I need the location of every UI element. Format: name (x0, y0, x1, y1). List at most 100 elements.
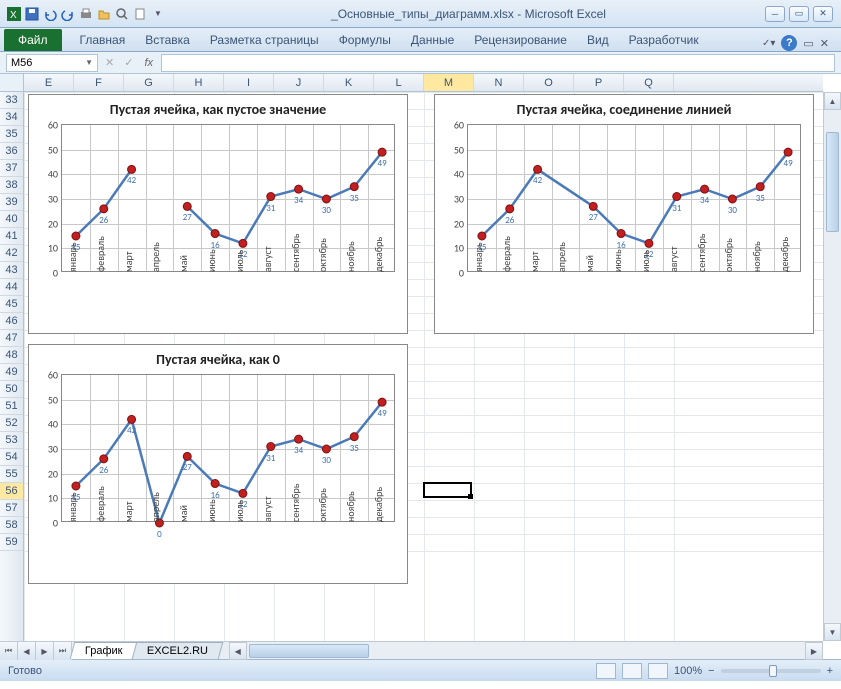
accept-fx-icon[interactable]: ✓ (121, 56, 136, 69)
name-box-dropdown-icon[interactable]: ▼ (85, 58, 93, 67)
y-tick-label: 10 (48, 242, 62, 255)
row-header[interactable]: 50 (0, 381, 23, 398)
row-header[interactable]: 47 (0, 330, 23, 347)
doc-close-icon[interactable]: ✕ (820, 37, 829, 50)
row-header[interactable]: 59 (0, 534, 23, 551)
formula-input[interactable] (161, 54, 835, 72)
row-header[interactable]: 43 (0, 262, 23, 279)
data-marker (100, 455, 108, 463)
row-header[interactable]: 41 (0, 228, 23, 245)
row-header[interactable]: 52 (0, 415, 23, 432)
column-header[interactable]: H (174, 74, 224, 91)
customize-ribbon-icon[interactable]: ✓▾ (762, 38, 775, 49)
ribbon-tab[interactable]: Вид (577, 29, 619, 51)
window-buttons: ─ ▭ ✕ (765, 6, 841, 22)
row-header[interactable]: 56 (0, 483, 23, 500)
zoom-level[interactable]: 100% (674, 665, 702, 677)
chart[interactable]: Пустая ячейка, как пустое значение010203… (28, 94, 408, 334)
new-icon[interactable] (132, 6, 148, 22)
open-icon[interactable] (96, 6, 112, 22)
zoom-slider[interactable] (721, 669, 821, 673)
page-layout-view-button[interactable] (622, 663, 642, 679)
zoom-in-icon[interactable]: + (827, 665, 833, 677)
chart[interactable]: Пустая ячейка, как 001020304050601526420… (28, 344, 408, 584)
file-tab[interactable]: Файл (4, 29, 62, 51)
column-header[interactable]: O (524, 74, 574, 91)
ribbon-tab[interactable]: Рецензирование (464, 29, 577, 51)
row-header[interactable]: 49 (0, 364, 23, 381)
select-all-corner[interactable] (0, 74, 24, 92)
row-header[interactable]: 58 (0, 517, 23, 534)
column-header[interactable]: P (574, 74, 624, 91)
sheet-nav-next-icon[interactable]: ▶ (36, 642, 54, 660)
ribbon-tab[interactable]: Формулы (329, 29, 401, 51)
scroll-right-icon[interactable]: ▶ (805, 642, 823, 660)
column-header[interactable]: I (224, 74, 274, 91)
row-header[interactable]: 57 (0, 500, 23, 517)
close-button[interactable]: ✕ (813, 6, 833, 22)
ribbon-tab[interactable]: Разметка страницы (200, 29, 329, 51)
zoom-out-icon[interactable]: − (708, 665, 714, 677)
qat-dropdown-icon[interactable]: ▼ (150, 6, 166, 22)
row-header[interactable]: 53 (0, 432, 23, 449)
row-header[interactable]: 35 (0, 126, 23, 143)
row-header[interactable]: 34 (0, 109, 23, 126)
column-header[interactable]: M (424, 74, 474, 91)
row-header[interactable]: 48 (0, 347, 23, 364)
column-header[interactable]: E (24, 74, 74, 91)
scroll-down-icon[interactable]: ▼ (824, 623, 841, 641)
sheet-tab-active[interactable]: График (70, 642, 138, 659)
row-header[interactable]: 42 (0, 245, 23, 262)
name-box[interactable]: M56 ▼ (6, 54, 98, 72)
sheet-nav-prev-icon[interactable]: ◀ (18, 642, 36, 660)
active-cell[interactable] (423, 482, 472, 498)
redo-icon[interactable] (60, 6, 76, 22)
row-header[interactable]: 46 (0, 313, 23, 330)
column-header[interactable]: G (124, 74, 174, 91)
row-header[interactable]: 39 (0, 194, 23, 211)
save-icon[interactable] (24, 6, 40, 22)
data-marker (506, 205, 514, 213)
column-header[interactable]: Q (624, 74, 674, 91)
ribbon-tab[interactable]: Данные (401, 29, 464, 51)
preview-icon[interactable] (114, 6, 130, 22)
vertical-scrollbar[interactable]: ▲ ▼ (823, 92, 841, 641)
minimize-button[interactable]: ─ (765, 6, 785, 22)
cancel-fx-icon[interactable]: ✕ (102, 56, 117, 69)
horizontal-scrollbar[interactable]: ◀ ▶ (229, 642, 823, 659)
scroll-up-icon[interactable]: ▲ (824, 92, 841, 110)
column-header[interactable]: K (324, 74, 374, 91)
ribbon-tab[interactable]: Главная (70, 29, 136, 51)
ribbon-minimize-icon[interactable]: ▭ (803, 37, 813, 50)
hscroll-thumb[interactable] (249, 644, 369, 658)
column-header[interactable]: F (74, 74, 124, 91)
chart[interactable]: Пустая ячейка, соединение линией01020304… (434, 94, 814, 334)
ribbon-tab[interactable]: Разработчик (619, 29, 709, 51)
row-header[interactable]: 45 (0, 296, 23, 313)
vscroll-thumb[interactable] (826, 132, 839, 232)
row-header[interactable]: 44 (0, 279, 23, 296)
row-header[interactable]: 36 (0, 143, 23, 160)
row-header[interactable]: 54 (0, 449, 23, 466)
undo-icon[interactable] (42, 6, 58, 22)
row-header[interactable]: 40 (0, 211, 23, 228)
help-icon[interactable]: ? (781, 35, 797, 51)
sheet-tab-other[interactable]: EXCEL2.RU (131, 642, 223, 659)
ribbon-tab[interactable]: Вставка (135, 29, 200, 51)
scroll-left-icon[interactable]: ◀ (229, 642, 247, 660)
row-header[interactable]: 55 (0, 466, 23, 483)
column-header[interactable]: J (274, 74, 324, 91)
fx-icon[interactable]: fx (140, 57, 157, 69)
normal-view-button[interactable] (596, 663, 616, 679)
print-icon[interactable] (78, 6, 94, 22)
row-header[interactable]: 37 (0, 160, 23, 177)
cells-area[interactable]: Пустая ячейка, как пустое значение010203… (24, 92, 823, 641)
column-header[interactable]: L (374, 74, 424, 91)
column-header[interactable]: N (474, 74, 524, 91)
page-break-view-button[interactable] (648, 663, 668, 679)
row-header[interactable]: 38 (0, 177, 23, 194)
sheet-nav-first-icon[interactable]: ⏮ (0, 642, 18, 660)
row-header[interactable]: 33 (0, 92, 23, 109)
maximize-button[interactable]: ▭ (789, 6, 809, 22)
row-header[interactable]: 51 (0, 398, 23, 415)
